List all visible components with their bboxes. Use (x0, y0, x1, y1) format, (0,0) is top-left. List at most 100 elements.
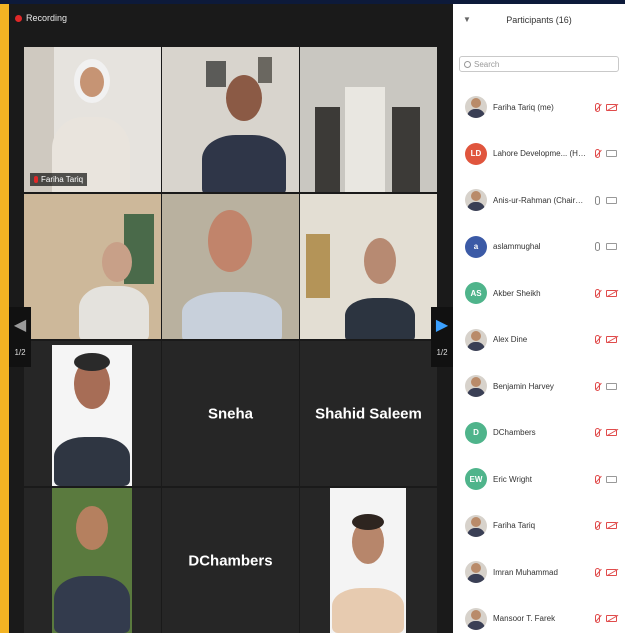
participant-name: Anis-ur-Rahman (Chairman... (493, 195, 589, 205)
mic-muted-icon[interactable] (595, 474, 600, 484)
chevron-left-icon[interactable]: ◀ (14, 317, 26, 334)
wall-picture (206, 61, 226, 87)
search-input[interactable]: Search (474, 60, 499, 69)
video-off-icon[interactable] (606, 522, 617, 530)
video-off-icon[interactable] (606, 615, 617, 623)
record-dot-icon (15, 14, 22, 22)
video-tile-5[interactable] (162, 194, 299, 339)
video-icon[interactable] (606, 382, 617, 390)
participant-controls (595, 567, 617, 577)
mic-muted-icon[interactable] (595, 335, 600, 345)
mic-muted-icon[interactable] (595, 288, 600, 298)
video-tile-10[interactable] (24, 488, 161, 633)
video-tile-1[interactable]: Fariha Tariq (24, 47, 161, 192)
chevron-right-icon[interactable]: ▶ (436, 317, 448, 334)
video-off-icon[interactable] (606, 429, 617, 437)
chevron-down-icon[interactable]: ▼ (463, 15, 471, 24)
video-icon[interactable] (606, 150, 617, 158)
mic-muted-icon (34, 176, 38, 183)
video-off-icon[interactable] (606, 289, 617, 297)
avatar-photo-head (471, 330, 481, 341)
video-icon[interactable] (606, 475, 617, 483)
video-tile-7[interactable] (24, 341, 161, 486)
video-off-icon[interactable] (606, 336, 617, 344)
participant-name: Shahid Saleem (315, 405, 422, 422)
participants-header: ▼ Participants (16) (453, 4, 625, 36)
avatar (465, 514, 487, 537)
participant-name: Imran Muhammad (493, 567, 558, 577)
video-tile-3[interactable] (300, 47, 437, 192)
participant-row[interactable]: D DChambers (453, 410, 625, 457)
avatar-photo-head (471, 377, 481, 388)
video-tile-9[interactable]: Shahid Saleem (300, 341, 437, 486)
avatar (465, 189, 487, 212)
video-tile-11[interactable]: DChambers (162, 488, 299, 633)
avatar-photo-body (467, 620, 485, 630)
avatar (465, 96, 487, 119)
participant-name: Mansoor T. Farek (493, 614, 556, 624)
video-icon[interactable] (606, 243, 617, 251)
participant-controls (595, 242, 617, 252)
pager-previous[interactable]: ◀ 1/2 (9, 307, 31, 367)
avatar: a (465, 235, 487, 258)
video-tile-12[interactable] (300, 488, 437, 633)
wall-picture (306, 234, 330, 298)
video-background (24, 47, 54, 192)
video-off-icon[interactable] (606, 103, 617, 111)
name-tag: Fariha Tariq (30, 173, 88, 186)
avatar (465, 561, 487, 584)
avatar-photo-body (467, 341, 485, 351)
participant-controls (595, 195, 617, 205)
participant-controls (595, 381, 617, 391)
participant-controls (595, 335, 617, 345)
avatar (465, 328, 487, 351)
mic-icon[interactable] (595, 242, 600, 252)
name-tag-label: Fariha Tariq (41, 175, 84, 184)
participant-search[interactable]: Search (459, 56, 619, 72)
avatar-photo-body (467, 574, 485, 584)
participant-controls (595, 149, 617, 159)
video-icon[interactable] (606, 196, 617, 204)
participant-row[interactable]: Anis-ur-Rahman (Chairman... (453, 177, 625, 224)
pager-next[interactable]: ▶ 1/2 (431, 307, 453, 367)
mic-muted-icon[interactable] (595, 381, 600, 391)
mic-muted-icon[interactable] (595, 521, 600, 531)
video-off-icon[interactable] (606, 568, 617, 576)
participant-name: Eric Wright (493, 474, 532, 484)
participants-panel: ▼ Participants (16) Search Fariha Tariq … (453, 4, 625, 633)
avatar-photo-body (467, 388, 485, 398)
mic-muted-icon[interactable] (595, 614, 600, 624)
participant-controls (595, 521, 617, 531)
participant-row[interactable]: Alex Dine (453, 317, 625, 364)
participant-name: Benjamin Harvey (493, 381, 554, 391)
video-tile-2[interactable] (162, 47, 299, 192)
participant-name: Fariha Tariq (493, 521, 536, 531)
participant-name: aslammughal (493, 242, 541, 252)
video-tile-4[interactable] (24, 194, 161, 339)
mic-icon[interactable] (595, 195, 600, 205)
participant-row[interactable]: AS Akber Sheikh (453, 270, 625, 317)
mic-muted-icon[interactable] (595, 567, 600, 577)
participant-row[interactable]: Mansoor T. Farek (453, 596, 625, 633)
person-head (208, 210, 252, 272)
participant-name: DChambers (188, 552, 273, 569)
participant-row[interactable]: Fariha Tariq (453, 503, 625, 550)
participant-row[interactable]: Benjamin Harvey (453, 363, 625, 410)
participant-row[interactable]: Fariha Tariq (me) (453, 84, 625, 131)
recording-label: Recording (26, 13, 68, 23)
participant-row[interactable]: EW Eric Wright (453, 456, 625, 503)
participant-row[interactable]: LD Lahore Developme... (Host) (453, 131, 625, 178)
mic-muted-icon[interactable] (595, 149, 600, 159)
page-indicator: 1/2 (436, 347, 448, 357)
avatar: EW (465, 468, 487, 491)
video-tile-8[interactable]: Sneha (162, 341, 299, 486)
participant-row[interactable]: a aslammughal (453, 224, 625, 271)
video-tile-6[interactable] (300, 194, 437, 339)
person-body (345, 298, 415, 339)
avatar-photo-head (471, 563, 481, 574)
participant-row[interactable]: Imran Muhammad (453, 549, 625, 596)
mic-muted-icon[interactable] (595, 102, 600, 112)
avatar-photo-head (471, 609, 481, 620)
left-accent-bar (0, 4, 9, 633)
mic-muted-icon[interactable] (595, 428, 600, 438)
